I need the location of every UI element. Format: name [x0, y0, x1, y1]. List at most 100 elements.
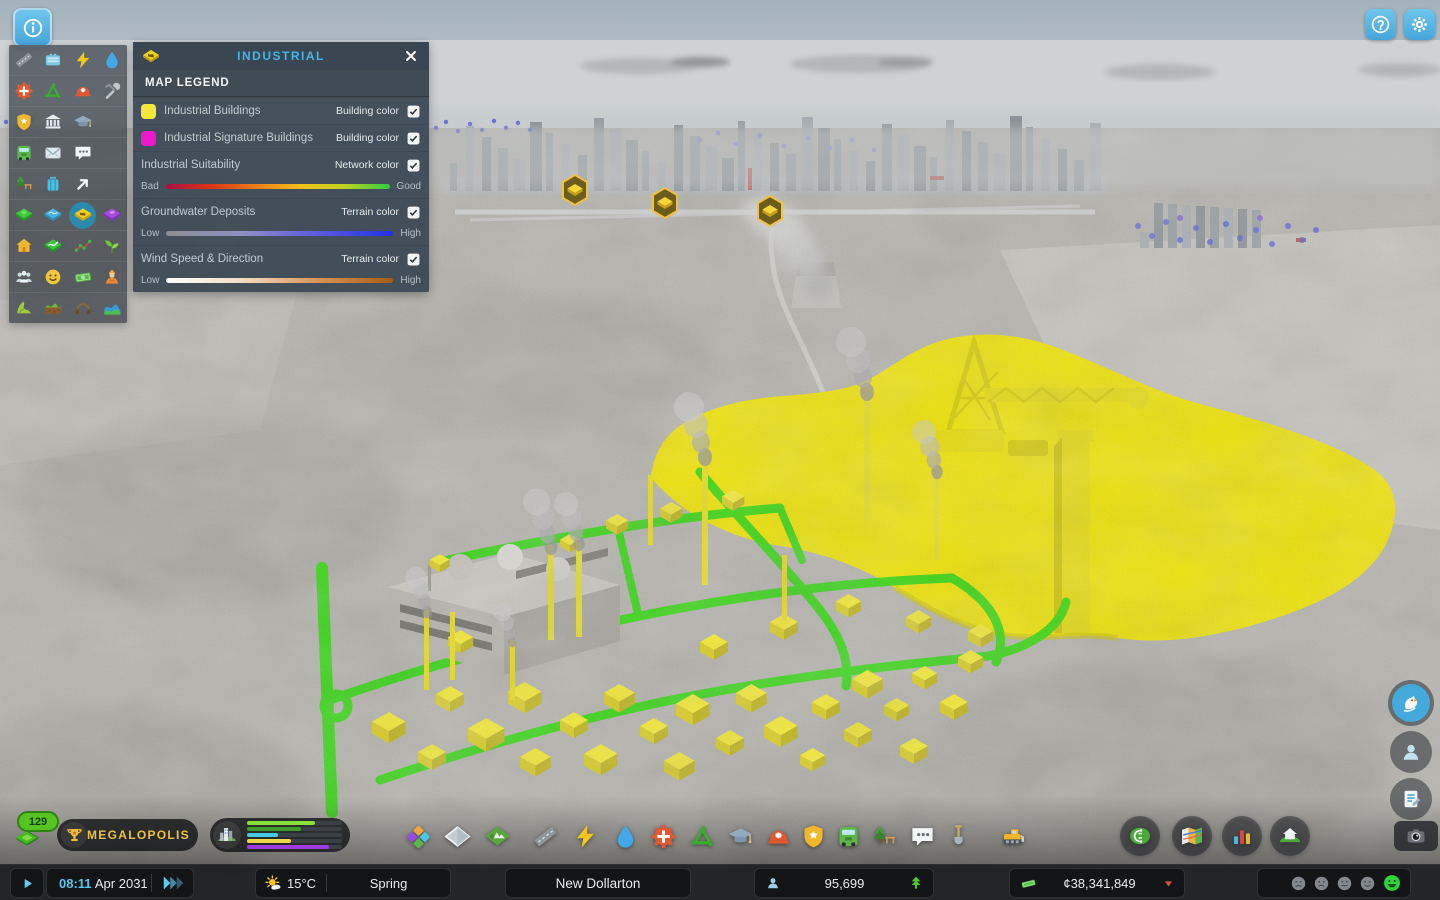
toolbar-water-sewage[interactable] — [608, 820, 642, 852]
infoview-industrial[interactable] — [68, 200, 98, 230]
toolbar-terrain[interactable] — [440, 820, 474, 852]
infoview-parks-recreation[interactable] — [9, 169, 39, 199]
toolbar-education[interactable] — [723, 820, 757, 852]
infoview-residential[interactable] — [9, 231, 39, 261]
infoview-police[interactable] — [9, 107, 39, 137]
scale-min-label: Low — [141, 228, 159, 239]
population-widget[interactable]: 95,699 — [754, 868, 934, 898]
coast-icon — [102, 298, 122, 318]
medical-gear-icon — [650, 823, 677, 850]
toolbar-garbage[interactable] — [685, 820, 719, 852]
money-widget[interactable]: ¢38,341,849 — [1009, 868, 1185, 898]
infoview-noise-pollution[interactable] — [68, 293, 98, 323]
scale-gradient-bar — [166, 278, 393, 283]
infoview-healthcare[interactable] — [9, 76, 39, 106]
infoview-ground-pollution[interactable] — [39, 293, 69, 323]
temperature: 15°C — [287, 876, 316, 891]
milestone-pill[interactable]: MEGALOPOLIS — [57, 819, 198, 851]
toolbar-zones[interactable] — [401, 820, 435, 852]
infoview-mail[interactable] — [39, 138, 69, 168]
city-name-widget[interactable]: New Dollarton — [505, 868, 691, 898]
infoview-land-value[interactable] — [9, 200, 39, 230]
legend-row-0: Industrial BuildingsBuilding color — [133, 98, 429, 124]
toolbar-transportation[interactable] — [831, 820, 865, 852]
plant-icon — [102, 236, 122, 256]
toolbar-terraforming[interactable] — [941, 820, 975, 852]
bolt-icon — [73, 50, 93, 70]
toolbar-police[interactable] — [796, 820, 830, 852]
infoview-transportation[interactable] — [9, 138, 39, 168]
toolbar-parks-recreation[interactable] — [867, 820, 901, 852]
toolbar-roads[interactable] — [528, 820, 562, 852]
money-icon — [73, 267, 93, 287]
infoview-water-map[interactable] — [39, 200, 69, 230]
sim-speed-button[interactable] — [152, 870, 193, 896]
infoview-terrain-height[interactable] — [9, 293, 39, 323]
zoning-demand-panel[interactable] — [210, 818, 350, 852]
toolbar-progression[interactable] — [1270, 816, 1310, 856]
fire-helmet-icon — [765, 823, 792, 850]
toolbar-landscaping[interactable] — [480, 820, 514, 852]
toolbar-statistics[interactable] — [1222, 816, 1262, 856]
close-button[interactable] — [401, 46, 421, 66]
infoview-land-price[interactable] — [39, 231, 69, 261]
infoview-zones[interactable] — [98, 200, 128, 230]
infoview-outside-connections[interactable] — [68, 169, 98, 199]
infoview-roads[interactable] — [9, 45, 39, 75]
infoview-workers[interactable] — [98, 262, 128, 292]
chirper-button[interactable] — [1388, 680, 1434, 726]
park-tree-icon — [871, 823, 898, 850]
legend-row-3: Groundwater DepositsTerrain colorLowHigh — [133, 199, 429, 245]
toolbar-electricity[interactable] — [568, 820, 602, 852]
toolbar-healthcare[interactable] — [646, 820, 680, 852]
weather-widget[interactable]: 15°C Spring — [255, 868, 451, 898]
citizen-panel-button[interactable] — [1390, 731, 1432, 773]
infoview-water-sewage[interactable] — [98, 45, 128, 75]
toolbar-communications[interactable] — [905, 820, 939, 852]
smiley-icon — [43, 267, 63, 287]
legend-checkbox[interactable] — [406, 252, 421, 267]
bolt-icon — [572, 823, 599, 850]
legend-row-2: Industrial SuitabilityNetwork colorBadGo… — [133, 152, 429, 198]
happiness-widget[interactable] — [1257, 868, 1411, 898]
settings-button[interactable] — [1404, 9, 1435, 40]
toolbar-economy[interactable] — [1120, 816, 1160, 856]
infoview-garbage[interactable] — [39, 76, 69, 106]
infoview-education[interactable] — [68, 107, 98, 137]
play-pause-button[interactable] — [10, 868, 44, 898]
infoview-power[interactable] — [68, 45, 98, 75]
toolbar-map-overview[interactable] — [1172, 816, 1212, 856]
infoview-communications[interactable] — [68, 138, 98, 168]
infoview-maintenance[interactable] — [98, 76, 128, 106]
help-button[interactable] — [1365, 9, 1396, 40]
legend-color-mode: Network color — [335, 159, 399, 171]
happiness-face-content — [1359, 875, 1376, 892]
toolbar-fire-rescue[interactable] — [761, 820, 795, 852]
infoview-administration[interactable] — [39, 107, 69, 137]
legend-row-1: Industrial Signature BuildingsBuilding c… — [133, 125, 429, 151]
infoview-happiness[interactable] — [39, 262, 69, 292]
infoview-population[interactable] — [9, 262, 39, 292]
notes-icon — [1399, 787, 1423, 811]
infoview-water-pollution[interactable] — [98, 293, 128, 323]
infoview-fire-rescue[interactable] — [68, 76, 98, 106]
chat-icon — [73, 143, 93, 163]
infoview-tourism[interactable] — [39, 169, 69, 199]
legend-label: Industrial Suitability — [141, 159, 335, 171]
time-date-control: 08:11 Apr 2031 — [46, 868, 194, 898]
legend-checkbox[interactable] — [406, 158, 421, 173]
journal-button[interactable] — [1390, 778, 1432, 820]
infoview-fertility[interactable] — [98, 231, 128, 261]
legend-checkbox[interactable] — [406, 104, 421, 119]
infoview-electricity[interactable] — [39, 45, 69, 75]
infoview-economy[interactable] — [68, 262, 98, 292]
legend-checkbox[interactable] — [406, 205, 421, 220]
infoview-statistics[interactable] — [68, 231, 98, 261]
legend-checkbox[interactable] — [406, 131, 421, 146]
photo-mode-button[interactable] — [1394, 821, 1438, 851]
demand-bar-residential-low — [247, 821, 342, 825]
toolbar-bulldozer[interactable] — [996, 820, 1030, 852]
panel-title: INDUSTRIAL — [161, 49, 401, 63]
info-views-button[interactable] — [13, 8, 52, 47]
population-up-icon — [908, 875, 924, 891]
